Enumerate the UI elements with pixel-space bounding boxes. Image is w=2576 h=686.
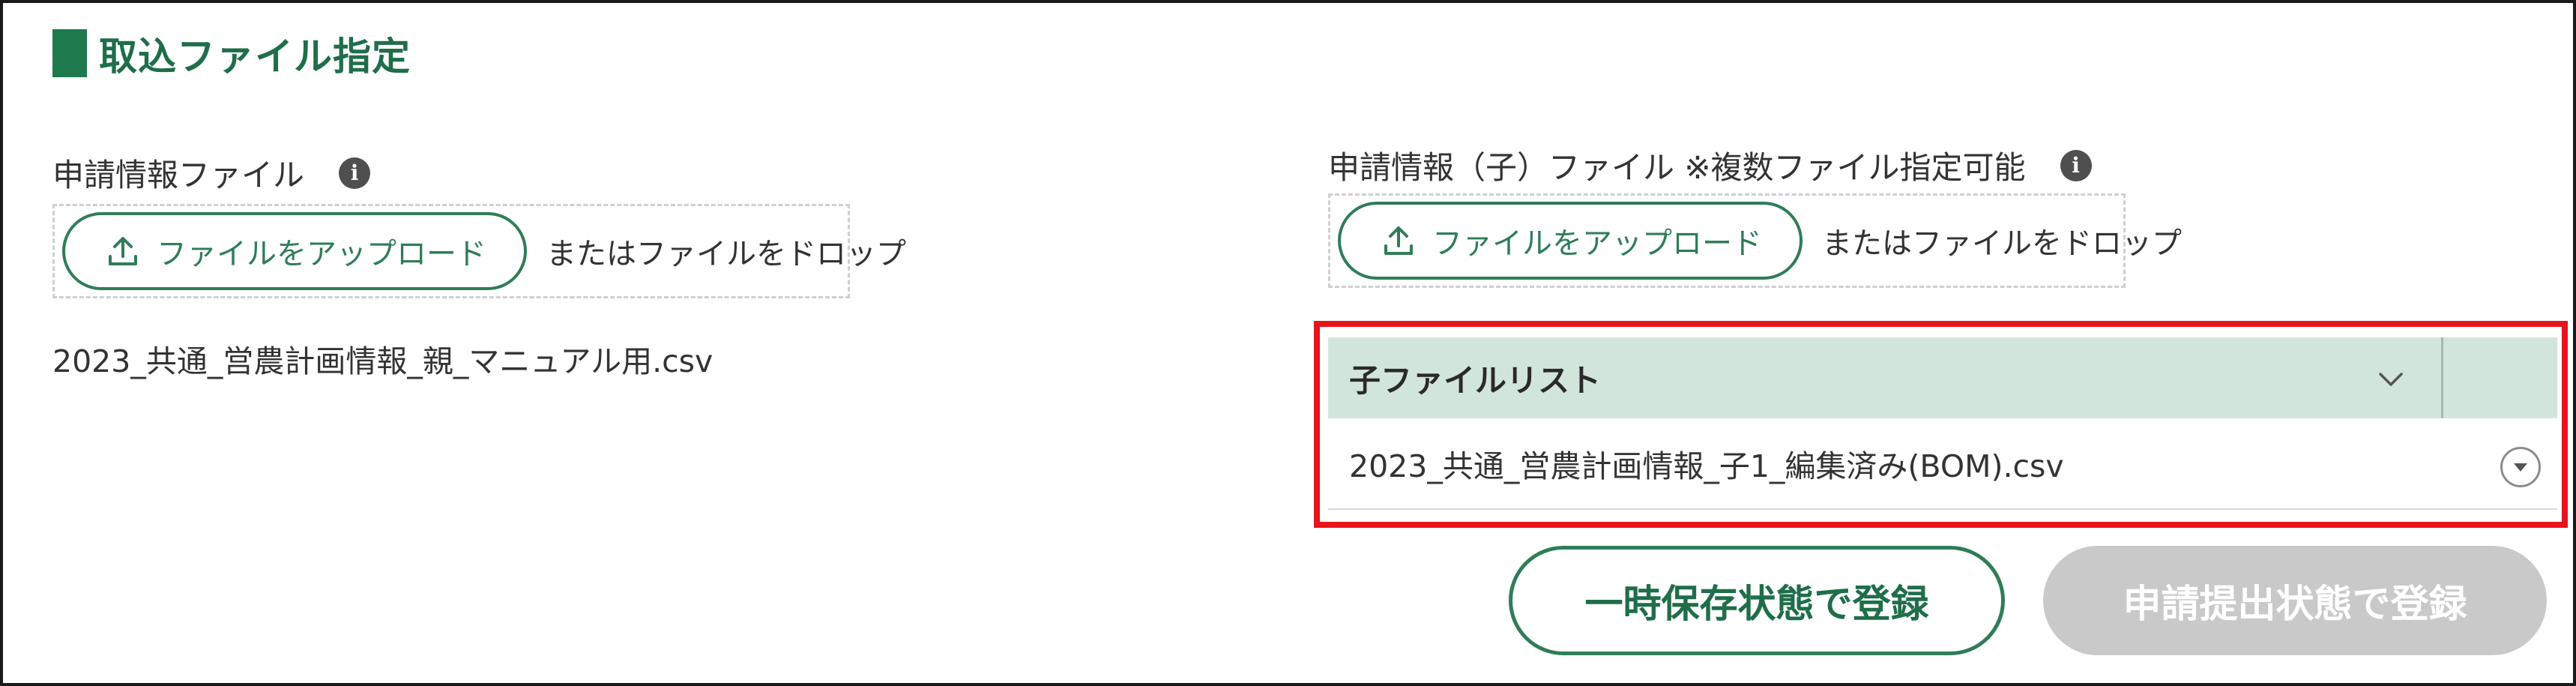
parent-drop-text: またはファイルをドロップ: [546, 237, 906, 271]
caret-down-icon: [2514, 463, 2527, 472]
upload-icon: [1384, 226, 1413, 255]
parent-file-label-row: 申請情報ファイル i: [52, 150, 371, 196]
submit-application-button[interactable]: 申請提出状態で登録: [2043, 546, 2547, 655]
upload-icon: [109, 237, 137, 265]
child-upload-button[interactable]: ファイルをアップロード: [1338, 202, 1803, 280]
expand-row-button[interactable]: [2500, 447, 2541, 487]
child-upload-label: ファイルをアップロード: [1432, 226, 1762, 261]
parent-file-label: 申請情報ファイル: [52, 157, 305, 193]
save-draft-button[interactable]: 一時保存状態で登録: [1509, 546, 2005, 655]
child-file-dropzone[interactable]: ファイルをアップロード またはファイルをドロップ: [1328, 193, 2182, 288]
section-title: 取込ファイル指定: [99, 35, 411, 79]
child-drop-text: またはファイルをドロップ: [1822, 226, 2182, 261]
child-file-label: 申請情報（子）ファイル ※複数ファイル指定可能: [1328, 149, 2026, 186]
child-file-list-title: 子ファイルリスト: [1349, 361, 1602, 399]
child-file-list-header[interactable]: 子ファイルリスト: [1328, 337, 2557, 418]
parent-file-dropzone[interactable]: ファイルをアップロード またはファイルをドロップ: [52, 204, 906, 298]
child-file-list: 子ファイルリスト 2023_共通_営農計画情報_子1_編集済み(BOM).csv: [1328, 337, 2557, 510]
parent-upload-label: ファイルをアップロード: [157, 237, 486, 271]
child-file-label-row: 申請情報（子）ファイル ※複数ファイル指定可能 i: [1328, 142, 2092, 188]
list-item[interactable]: 2023_共通_営農計画情報_子1_編集済み(BOM).csv: [1328, 418, 2557, 510]
parent-upload-button[interactable]: ファイルをアップロード: [62, 212, 527, 290]
chevron-down-icon[interactable]: [2374, 363, 2407, 396]
section-header: 取込ファイル指定: [52, 28, 411, 79]
child-file-name: 2023_共通_営農計画情報_子1_編集済み(BOM).csv: [1349, 448, 2064, 484]
section-title-marker: [52, 29, 87, 77]
info-icon[interactable]: i: [339, 157, 371, 189]
info-icon[interactable]: i: [2060, 149, 2092, 181]
parent-selected-file: 2023_共通_営農計画情報_親_マニュアル用.csv: [52, 343, 714, 379]
header-divider: [2441, 337, 2443, 418]
